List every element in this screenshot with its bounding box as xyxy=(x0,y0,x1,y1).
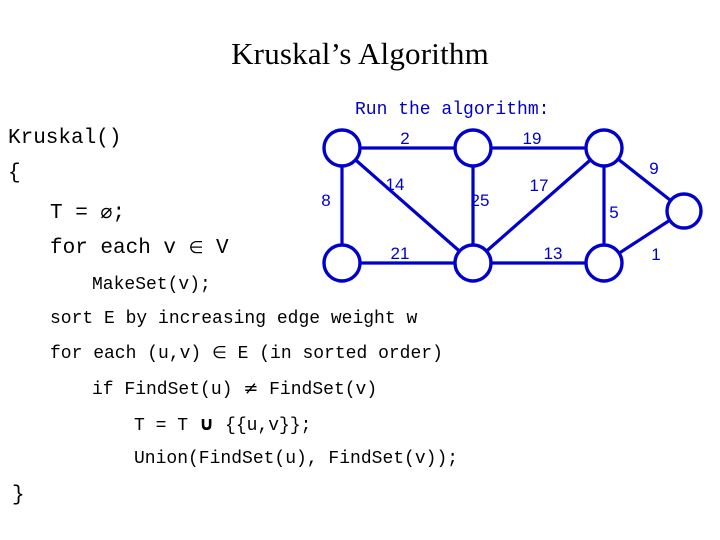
graph-node[interactable] xyxy=(322,243,362,283)
graph-node[interactable] xyxy=(665,192,703,230)
code-line-for-each-edge: for each (u,v) ∈ E (in sorted order) xyxy=(50,343,443,364)
not-equal-icon: ≠ xyxy=(243,378,259,399)
graph-edge xyxy=(616,157,673,203)
edge-weight-label: 21 xyxy=(391,244,410,263)
edge-weight-label: 5 xyxy=(609,203,618,222)
graph-panel: Run the algorithm: 2 19 8 14 25 17 5 9 21 13 1 xyxy=(300,100,720,300)
graph-edge xyxy=(484,158,593,253)
code-text-semicolon: ; xyxy=(112,202,126,225)
edge-weight-label: 1 xyxy=(651,245,660,264)
code-line-sort-edges: sort E by increasing edge weight w xyxy=(50,309,418,329)
edge-weight-label: 17 xyxy=(530,176,549,195)
edge-weight-label: 2 xyxy=(400,129,409,148)
code-line-open-brace: { xyxy=(8,162,21,185)
code-line-kruskal-signature: Kruskal() xyxy=(8,127,122,150)
edge-weight-label: 8 xyxy=(321,191,330,210)
graph-node[interactable] xyxy=(322,128,362,168)
graph-node[interactable] xyxy=(584,128,624,168)
code-text-set-e: E (in sorted order) xyxy=(226,344,443,364)
code-line-if-findset: if FindSet(u) ≠ FindSet(v) xyxy=(92,378,378,400)
node-circles xyxy=(322,128,703,283)
graph-node[interactable] xyxy=(453,128,493,168)
code-line-t-empty: T = ⌀; xyxy=(50,201,125,224)
graph-edge xyxy=(617,218,672,255)
code-line-for-each-v: for each v ∈ V xyxy=(50,238,229,259)
weighted-graph-diagram: 2 19 8 14 25 17 5 9 21 13 1 xyxy=(321,128,703,283)
code-text-findset-v: FindSet(v) xyxy=(258,380,378,400)
edge-weight-label: 25 xyxy=(471,191,490,210)
graph-node[interactable] xyxy=(584,243,624,283)
edge-weight-label: 14 xyxy=(386,175,405,194)
code-text-for-each-v: for each v xyxy=(50,237,189,260)
edge-weight-label: 13 xyxy=(544,244,563,263)
code-line-union-call: Union(FindSet(u), FindSet(v)); xyxy=(134,449,459,469)
empty-set-icon: ⌀ xyxy=(100,199,113,223)
page-title: Kruskal’s Algorithm xyxy=(231,36,489,71)
code-line-t-union: T = T ∪ {{u,v}}; xyxy=(134,413,312,436)
edge-weight-label: 9 xyxy=(649,159,658,178)
code-line-makeset: MakeSet(v); xyxy=(92,275,211,295)
element-of-icon: ∈ xyxy=(212,343,227,363)
code-text-edge-set: {{u,v}}; xyxy=(214,416,312,436)
code-text-for-each-uv: for each (u,v) xyxy=(50,344,213,364)
code-line-close-brace: } xyxy=(12,484,25,507)
graph-edge xyxy=(353,158,462,253)
code-text-set-v: V xyxy=(203,237,229,260)
code-text-if-findset-u: if FindSet(u) xyxy=(92,380,244,400)
graph-node[interactable] xyxy=(453,243,493,283)
element-of-icon: ∈ xyxy=(188,238,204,258)
edge-weight-label: 19 xyxy=(523,129,542,148)
slide-canvas: Kruskal’s Algorithm Kruskal() { T = ⌀; f… xyxy=(0,0,720,540)
code-text-t-assign: T = xyxy=(50,202,101,225)
code-text-t-assign-t: T = T xyxy=(134,416,199,436)
union-icon: ∪ xyxy=(198,413,215,435)
